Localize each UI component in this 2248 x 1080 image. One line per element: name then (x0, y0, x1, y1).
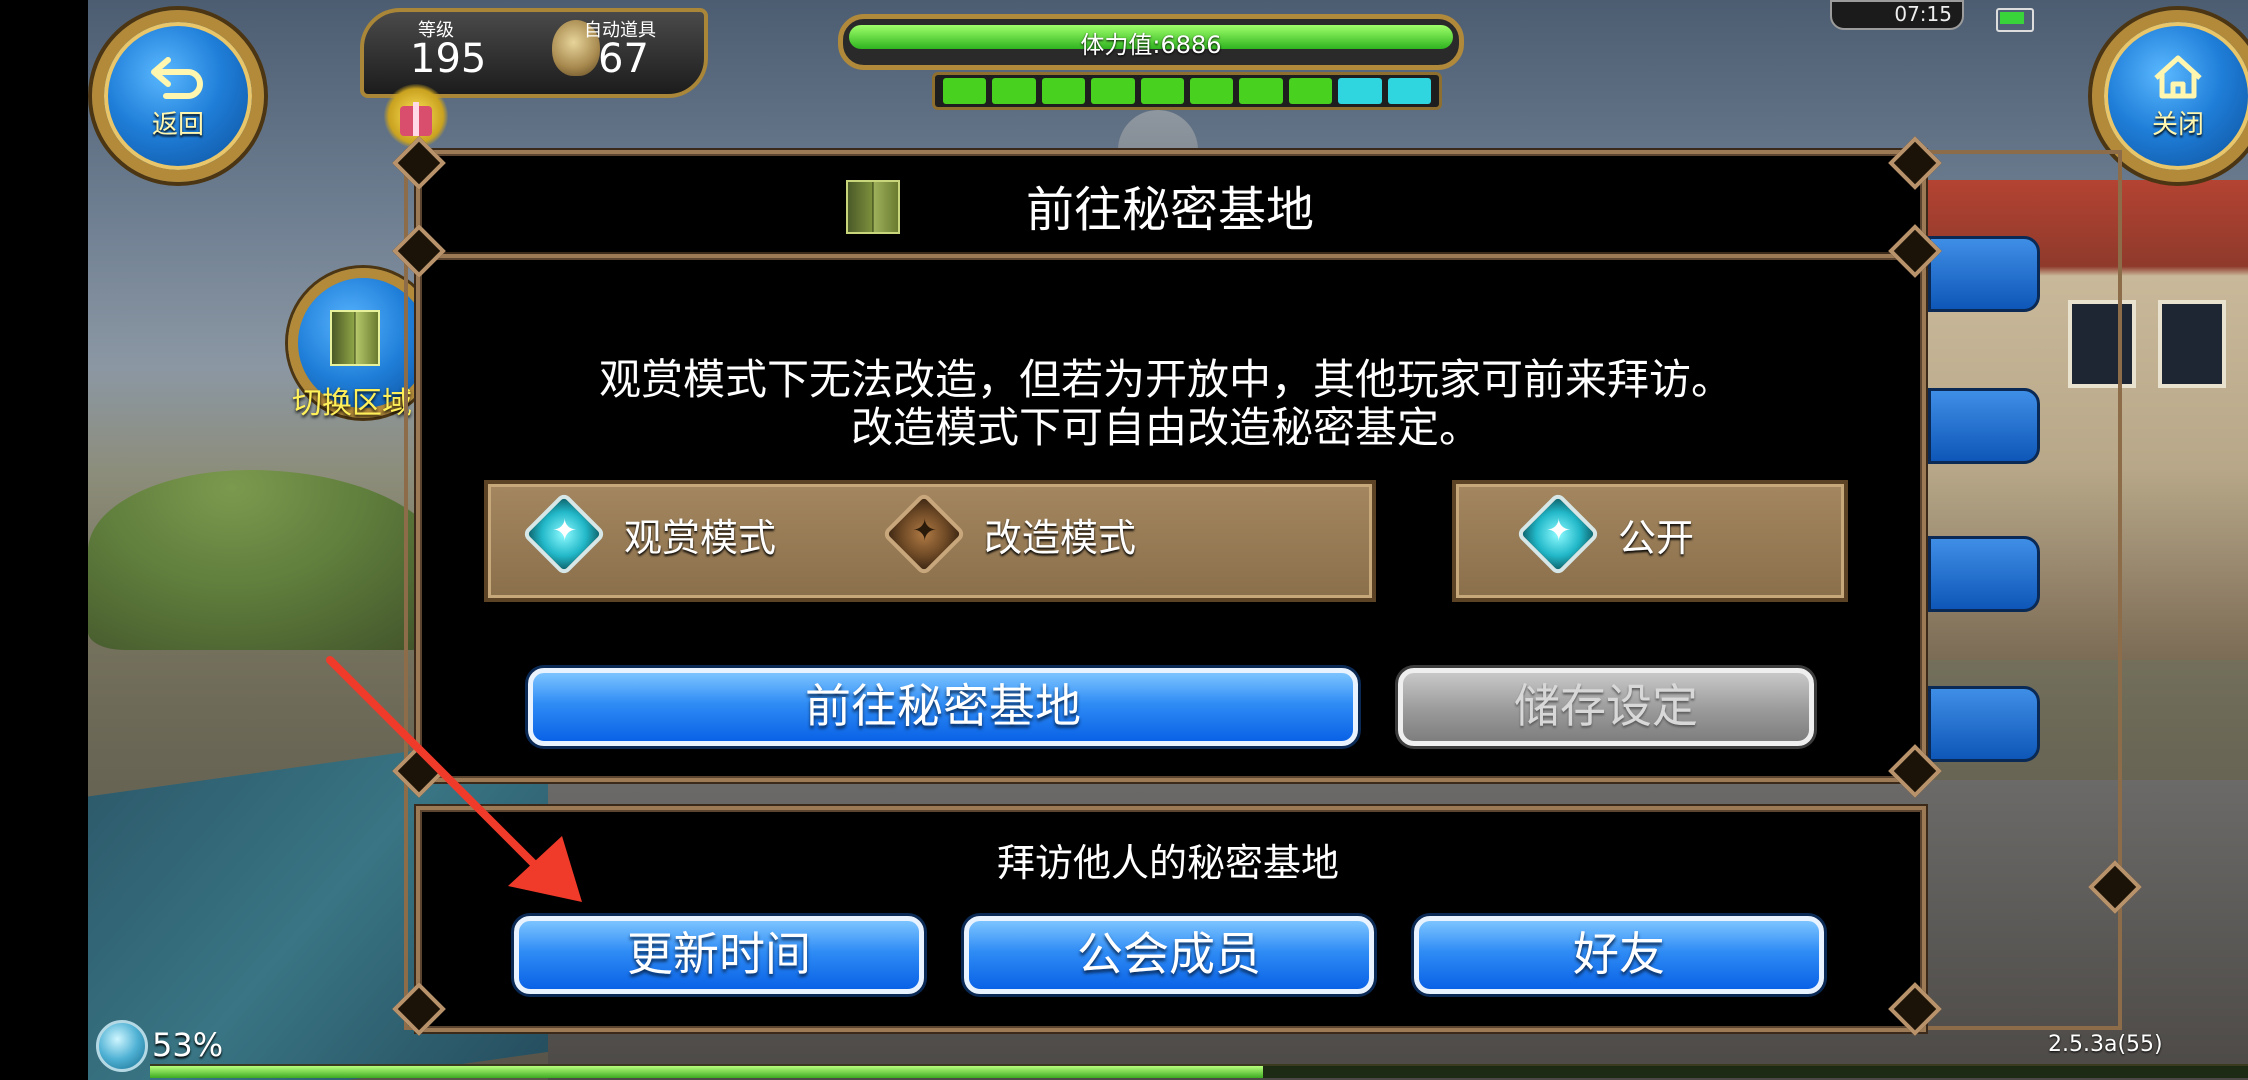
description-line-1: 观赏模式下无法改造，但若为开放中，其他玩家可前来拜访。 (598, 355, 1733, 404)
public-toggle-box: 公开 (1452, 480, 1848, 602)
public-gem-icon (1515, 491, 1601, 577)
checkbox-public[interactable]: 公开 (1515, 491, 1695, 577)
back-button[interactable]: 返回 (92, 10, 264, 182)
version-text: 2.5.3a(55) (2048, 1032, 2163, 1057)
battery-icon (1996, 8, 2034, 32)
stamina-pip (1091, 78, 1135, 104)
auto-items-value: 67 (598, 36, 649, 82)
exp-orb-icon (96, 1020, 148, 1072)
side-tab[interactable] (1928, 536, 2040, 612)
save-settings-button[interactable]: 储存设定 (1398, 668, 1814, 746)
side-tab[interactable] (1928, 236, 2040, 312)
stamina-pip (1288, 78, 1333, 104)
stamina-pip (992, 78, 1036, 104)
view-mode-gem-icon (521, 491, 607, 577)
stamina-pip (1190, 78, 1234, 104)
stamina-pip (1338, 78, 1382, 104)
visit-section-title: 拜访他人的秘密基地 (996, 841, 1339, 885)
stamina-pip (1041, 78, 1086, 104)
edit-mode-gem-icon (881, 491, 967, 577)
home-icon (2154, 55, 2202, 98)
public-label: 公开 (1618, 515, 1695, 560)
description-line-2: 改造模式下可自由改造秘密基定。 (850, 403, 1481, 452)
house-window (2158, 300, 2226, 388)
book-icon (846, 180, 900, 234)
stamina-pip (1387, 78, 1432, 104)
level-value: 195 (410, 36, 487, 82)
stamina-pip (943, 78, 987, 104)
mode-selector: 观赏模式 改造模式 (484, 480, 1376, 602)
book-icon (330, 310, 380, 366)
go-to-secret-base-button[interactable]: 前往秘密基地 (528, 668, 1358, 746)
switch-area-label: 切换区域 (292, 386, 412, 421)
dialog-title: 前往秘密基地 (1025, 182, 1314, 238)
battery-fill (2000, 12, 2024, 24)
visit-friends-button[interactable]: 好友 (1414, 916, 1824, 994)
exp-fill (150, 1066, 1263, 1078)
edit-mode-label: 改造模式 (984, 515, 1137, 560)
visit-guild-members-button[interactable]: 公会成员 (964, 916, 1374, 994)
stamina-pip (1239, 78, 1283, 104)
radio-view-mode[interactable]: 观赏模式 (521, 491, 777, 577)
background-hill (88, 470, 448, 650)
stamina-bar: 体力值:6886 (838, 14, 1464, 70)
pointer-arrow (326, 656, 582, 902)
stamina-pip (1140, 78, 1185, 104)
side-tab[interactable] (1928, 388, 2040, 464)
view-mode-label: 观赏模式 (624, 515, 777, 560)
dialog-description: 观赏模式下无法改造，但若为开放中，其他玩家可前来拜访。 改造模式下可自由改造秘密… (470, 356, 1862, 452)
side-tab[interactable] (1928, 686, 2040, 762)
stamina-text: 体力值:6886 (1080, 31, 1222, 59)
exp-percent: 53% (152, 1026, 224, 1064)
return-arrow-icon (151, 56, 203, 99)
house-window (2068, 300, 2136, 388)
radio-edit-mode[interactable]: 改造模式 (881, 491, 1137, 577)
close-label: 关闭 (2151, 109, 2204, 140)
visit-recent-button[interactable]: 更新时间 (514, 916, 924, 994)
exp-bar (150, 1064, 2248, 1078)
stamina-pips (932, 72, 1442, 110)
back-label: 返回 (151, 109, 204, 140)
clock: 07:15 (1830, 0, 1964, 30)
